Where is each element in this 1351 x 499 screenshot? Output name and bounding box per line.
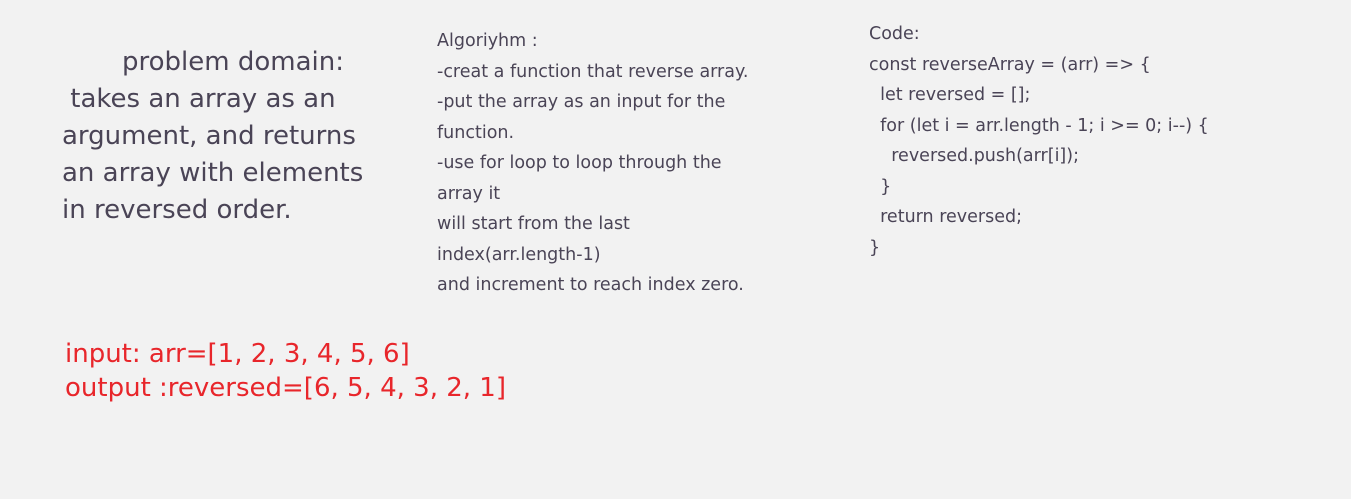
algorithm-step: -use for loop to loop through the — [437, 153, 722, 173]
algorithm-step: will start from the last — [437, 214, 630, 234]
code-line: const reverseArray = (arr) => { — [869, 54, 1151, 75]
io-section: input: arr=[1, 2, 3, 4, 5, 6] output :re… — [65, 337, 765, 405]
code-line: return reversed; — [869, 207, 1022, 227]
problem-domain-line: an array with elements — [62, 158, 364, 188]
algorithm-step: and increment to reach index zero. — [437, 275, 744, 295]
algorithm-step: -put the array as an input for the — [437, 92, 726, 112]
code-line: let reversed = []; — [869, 85, 1031, 105]
problem-domain-section: problem domain: takes an array as an arg… — [62, 44, 412, 229]
problem-domain-line: takes an array as an — [62, 84, 336, 114]
code-line: } — [869, 237, 881, 258]
output-example: output :reversed=[6, 5, 4, 3, 2, 1] — [65, 373, 506, 403]
problem-domain-title: problem domain: — [122, 47, 344, 77]
algorithm-step: function. — [437, 122, 515, 143]
code-line: for (let i = arr.length - 1; i >= 0; i--… — [869, 115, 1209, 136]
algorithm-step: -creat a function that reverse array. — [437, 61, 749, 82]
problem-domain-line: in reversed order. — [62, 195, 292, 225]
code-section: Code: const reverseArray = (arr) => { le… — [869, 19, 1349, 263]
algorithm-step: array it — [437, 183, 501, 204]
code-title: Code: — [869, 24, 920, 44]
code-line: reversed.push(arr[i]); — [869, 146, 1079, 166]
code-line: } — [869, 176, 892, 197]
algorithm-step: index(arr.length-1) — [437, 244, 601, 265]
algorithm-title: Algoriyhm : — [437, 31, 538, 51]
input-example: input: arr=[1, 2, 3, 4, 5, 6] — [65, 339, 410, 369]
algorithm-section: Algoriyhm : -creat a function that rever… — [437, 26, 857, 301]
problem-domain-line: argument, and returns — [62, 121, 356, 151]
